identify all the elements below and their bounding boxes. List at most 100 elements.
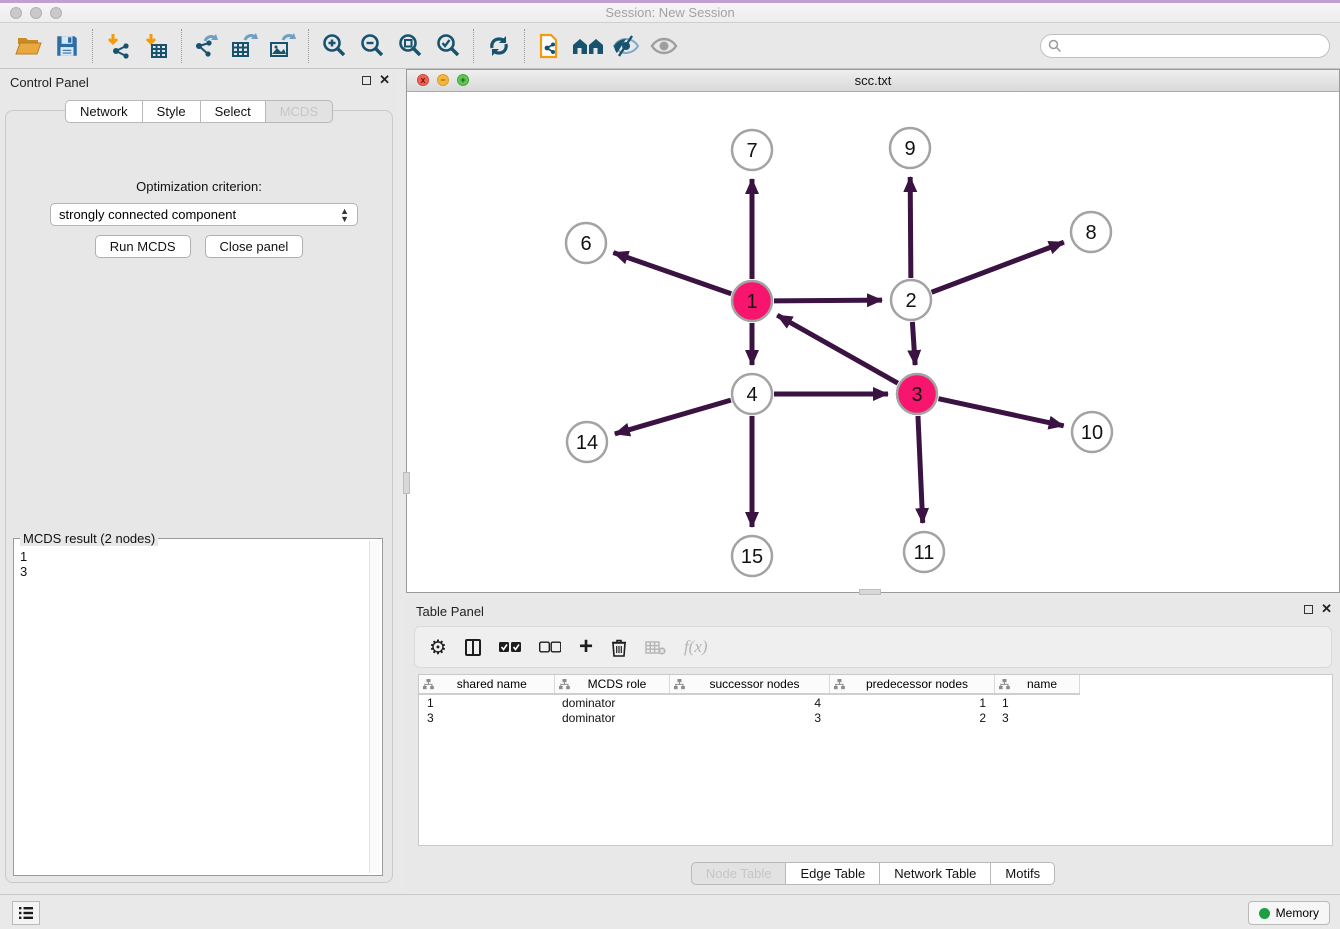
node-label-1: 1: [746, 291, 757, 313]
network-canvas[interactable]: 7968124314101511: [407, 92, 1339, 592]
node-label-8: 8: [1085, 222, 1096, 244]
table-cell[interactable]: dominator: [554, 694, 669, 710]
edge-3-10[interactable]: [938, 399, 1063, 426]
memory-button[interactable]: Memory: [1248, 901, 1330, 925]
network-view-window: x − + scc.txt 7968124314101511: [406, 69, 1340, 593]
table-cell[interactable]: dominator: [554, 710, 669, 726]
tab-edge-table[interactable]: Edge Table: [786, 862, 880, 885]
network-document-icon: [535, 31, 565, 61]
edge-2-8[interactable]: [932, 242, 1064, 292]
table-options-icon[interactable]: ⚙: [429, 635, 447, 660]
toolbar-separator: [308, 29, 309, 63]
table-row[interactable]: 3dominator323: [419, 710, 1079, 726]
tab-motifs[interactable]: Motifs: [991, 862, 1055, 885]
close-panel-icon[interactable]: ✕: [379, 75, 390, 85]
export-table-button[interactable]: [226, 28, 264, 64]
tab-mcds[interactable]: MCDS: [266, 100, 333, 123]
column-header-successor-nodes[interactable]: successor nodes: [669, 675, 829, 694]
status-bar: Memory: [0, 894, 1340, 929]
export-network-button[interactable]: [188, 28, 226, 64]
column-header-name[interactable]: name: [994, 675, 1079, 694]
houses-icon: [571, 33, 605, 59]
save-session-button[interactable]: [48, 28, 86, 64]
splitter-grip-horizontal[interactable]: [859, 589, 881, 595]
edge-1-2[interactable]: [774, 300, 882, 301]
column-header-predecessor-nodes[interactable]: predecessor nodes: [829, 675, 994, 694]
node-label-2: 2: [905, 290, 916, 312]
unselect-all-icon[interactable]: [539, 641, 561, 653]
show-all-button[interactable]: [645, 28, 683, 64]
float-panel-icon[interactable]: [362, 76, 371, 85]
table-panel: Table Panel ✕ ⚙ + f(x) shared nameMCDS r…: [406, 598, 1340, 893]
search-icon: [1048, 39, 1062, 53]
control-panel-tabs: NetworkStyleSelectMCDS: [0, 100, 398, 123]
zoom-selected-button[interactable]: [429, 28, 467, 64]
mcds-result-text[interactable]: 1 3: [20, 549, 368, 871]
control-panel: Control Panel ✕ NetworkStyleSelectMCDS O…: [0, 69, 398, 887]
edge-1-6[interactable]: [613, 253, 731, 294]
select-all-icon[interactable]: [499, 641, 521, 653]
mcds-result-title: MCDS result (2 nodes): [20, 531, 158, 546]
tab-style[interactable]: Style: [143, 100, 201, 123]
column-header-shared-name[interactable]: shared name: [419, 675, 554, 694]
list-icon: [18, 906, 34, 920]
splitter-grip-vertical[interactable]: [403, 472, 410, 494]
table-panel-header: Table Panel ✕: [406, 598, 1340, 626]
edge-4-14[interactable]: [615, 400, 731, 434]
delete-table-icon: [645, 640, 666, 655]
window-titlebar: Session: New Session: [0, 3, 1340, 23]
node-label-7: 7: [746, 140, 757, 162]
export-table-icon: [230, 32, 260, 60]
tab-network-table[interactable]: Network Table: [880, 862, 991, 885]
hide-selected-button[interactable]: [607, 28, 645, 64]
table-row[interactable]: 1dominator411: [419, 694, 1079, 710]
run-mcds-button[interactable]: Run MCDS: [95, 235, 191, 258]
network-window-titlebar[interactable]: x − + scc.txt: [407, 70, 1339, 92]
network-window-title: scc.txt: [407, 73, 1339, 88]
first-neighbors-button[interactable]: [569, 28, 607, 64]
table-cell[interactable]: 2: [829, 710, 994, 726]
task-history-button[interactable]: [12, 901, 40, 925]
delete-column-icon[interactable]: [611, 638, 627, 657]
table-cell[interactable]: 1: [994, 694, 1079, 710]
table-cell[interactable]: 3: [669, 710, 829, 726]
close-panel-icon[interactable]: ✕: [1321, 604, 1332, 614]
zoom-in-button[interactable]: [315, 28, 353, 64]
edge-2-3[interactable]: [912, 322, 915, 365]
table-cell[interactable]: 3: [419, 710, 554, 726]
column-header-MCDS-role[interactable]: MCDS role: [554, 675, 669, 694]
control-panel-header: Control Panel ✕: [0, 69, 398, 97]
eye-icon-disabled: [649, 33, 679, 59]
mcds-result-scrollbar[interactable]: [369, 541, 380, 873]
zoom-fit-button[interactable]: [391, 28, 429, 64]
zoom-in-icon: [320, 32, 348, 60]
import-table-button[interactable]: [137, 28, 175, 64]
table-cell[interactable]: 3: [994, 710, 1079, 726]
add-column-icon[interactable]: +: [579, 637, 593, 657]
tab-network[interactable]: Network: [65, 100, 143, 123]
table-cell[interactable]: 4: [669, 694, 829, 710]
criterion-select[interactable]: strongly connected component ▲▼: [50, 203, 358, 226]
import-network-button[interactable]: [99, 28, 137, 64]
edge-2-9[interactable]: [910, 177, 911, 278]
table-cell[interactable]: 1: [419, 694, 554, 710]
open-file-button[interactable]: [10, 28, 48, 64]
main-toolbar: [0, 24, 1340, 69]
export-image-button[interactable]: [264, 28, 302, 64]
close-panel-button[interactable]: Close panel: [205, 235, 304, 258]
new-network-from-selection-button[interactable]: [531, 28, 569, 64]
show-columns-icon[interactable]: [465, 639, 481, 656]
zoom-out-button[interactable]: [353, 28, 391, 64]
control-panel-content: Optimization criterion: strongly connect…: [5, 110, 393, 883]
edge-3-11[interactable]: [918, 416, 923, 523]
search-input[interactable]: [1040, 34, 1330, 58]
node-label-4: 4: [746, 384, 757, 406]
export-network-icon: [192, 32, 222, 60]
tab-node-table[interactable]: Node Table: [691, 862, 787, 885]
float-panel-icon[interactable]: [1304, 605, 1313, 614]
table-cell[interactable]: 1: [829, 694, 994, 710]
toolbar-separator: [92, 29, 93, 63]
tab-select[interactable]: Select: [201, 100, 266, 123]
edge-3-1[interactable]: [777, 315, 898, 383]
apply-layout-button[interactable]: [480, 28, 518, 64]
